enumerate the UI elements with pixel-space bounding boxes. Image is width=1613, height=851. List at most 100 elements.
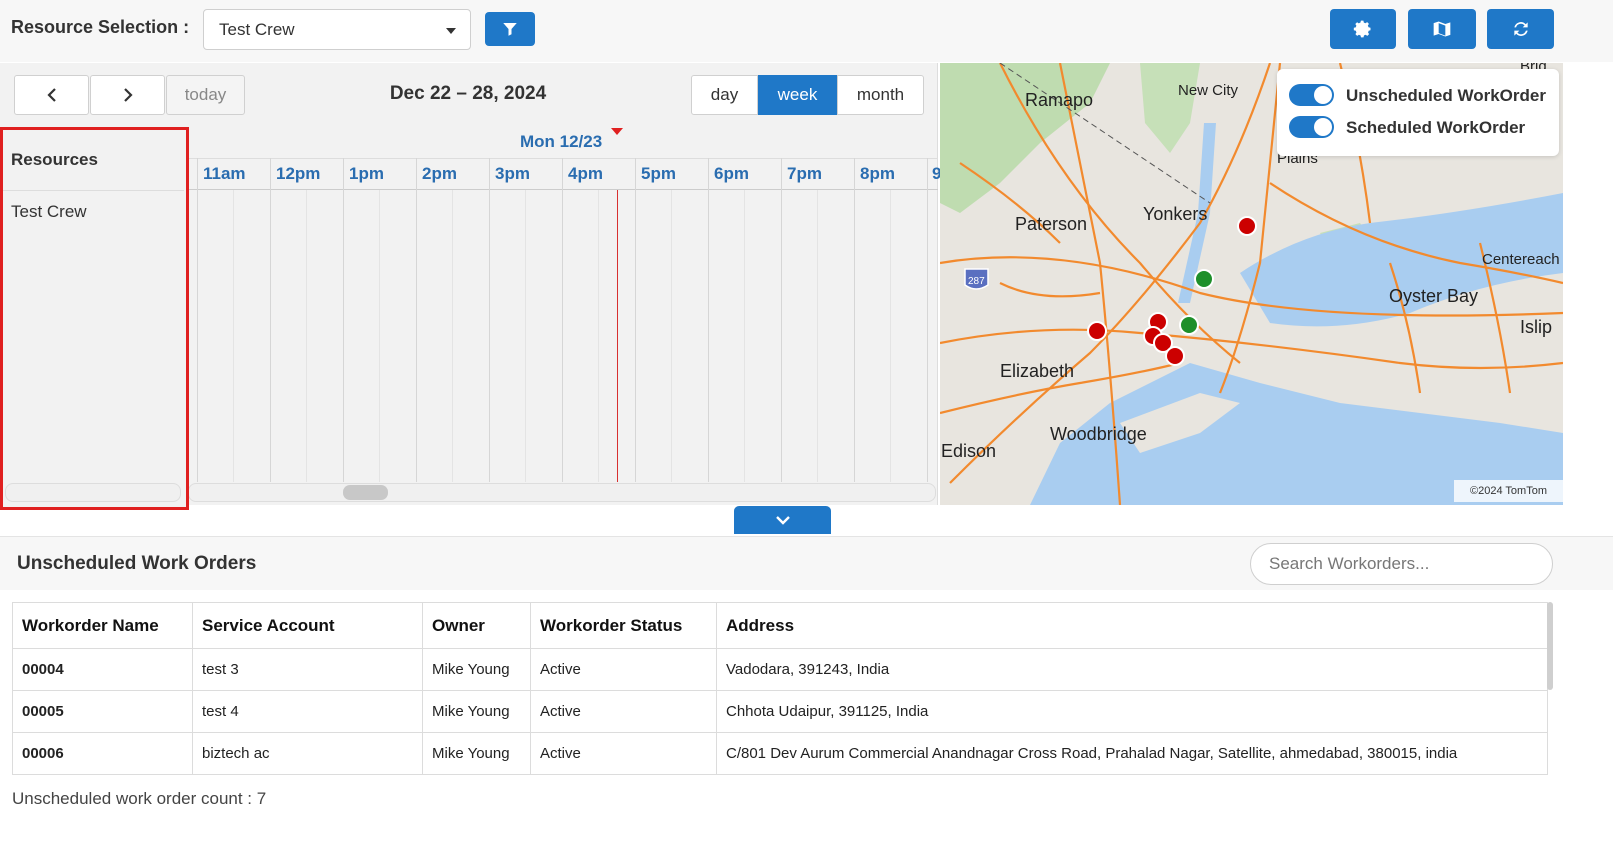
view-month-button[interactable]: month	[837, 75, 924, 115]
hour-label: 3pm	[495, 164, 530, 183]
owner: Mike Young	[422, 732, 531, 775]
view-day-button[interactable]: day	[691, 75, 758, 115]
svg-text:New City: New City	[1178, 82, 1239, 99]
grid-line	[197, 158, 198, 482]
grid-line	[817, 190, 818, 482]
unscheduled-toggle[interactable]	[1289, 84, 1334, 106]
resources-highlight-box	[0, 127, 189, 510]
svg-text:Paterson: Paterson	[1015, 214, 1087, 234]
toggle-knob	[1314, 86, 1332, 104]
unscheduled-workorder-pin[interactable]	[1165, 346, 1185, 366]
hour-label: 2pm	[422, 164, 457, 183]
grid-line	[562, 158, 563, 482]
grid-line	[452, 190, 453, 482]
svg-text:287: 287	[968, 276, 985, 287]
scheduled-workorder-pin[interactable]	[1194, 269, 1214, 289]
column-header[interactable]: Owner	[422, 602, 531, 649]
column-header[interactable]: Address	[716, 602, 1548, 649]
column-header[interactable]: Workorder Status	[530, 602, 717, 649]
workorder-name[interactable]: 00006	[12, 732, 193, 775]
map-icon	[1433, 21, 1451, 37]
workorder-name[interactable]: 00004	[12, 648, 193, 691]
unscheduled-header: Unscheduled Work Orders	[0, 536, 1613, 590]
hour-header-row: 11am 12pm 1pm 2pm 3pm 4pm 5pm 6pm 7pm 8p…	[189, 158, 941, 190]
top-toolbar: Resource Selection : Test Crew	[0, 0, 1613, 62]
table-row[interactable]: 00005 test 4 Mike Young Active Chhota Ud…	[12, 690, 1548, 733]
workorder-name[interactable]: 00005	[12, 690, 193, 733]
hour-label: 1pm	[349, 164, 384, 183]
grid-line	[635, 158, 636, 482]
hour-label: 5pm	[641, 164, 676, 183]
service-account: test 4	[192, 690, 423, 733]
settings-button[interactable]	[1330, 9, 1396, 49]
chevron-down-icon	[775, 516, 790, 525]
grid-line	[671, 190, 672, 482]
map-toggle-button[interactable]	[1408, 9, 1476, 49]
map-legend: Unscheduled WorkOrder Scheduled WorkOrde…	[1277, 69, 1559, 156]
scheduled-workorder-pin[interactable]	[1179, 315, 1199, 335]
view-week-button[interactable]: week	[758, 75, 837, 115]
column-header[interactable]: Service Account	[192, 602, 423, 649]
svg-text:Edison: Edison	[941, 441, 996, 461]
map-copyright: ©2024 TomTom	[1454, 480, 1563, 502]
timeline-scrollbar[interactable]	[188, 483, 936, 502]
table-scrollbar[interactable]	[1547, 602, 1553, 690]
column-header[interactable]: Workorder Name	[12, 602, 193, 649]
grid-line	[525, 190, 526, 482]
service-account: test 3	[192, 648, 423, 691]
search-workorders-input[interactable]	[1250, 543, 1553, 585]
now-indicator-arrow	[611, 128, 623, 135]
day-header: Mon 12/23	[520, 132, 603, 151]
address: Vadodara, 391243, India	[716, 648, 1548, 691]
workorder-status: Active	[530, 648, 717, 691]
now-indicator-line	[617, 190, 618, 482]
scrollbar-thumb[interactable]	[343, 485, 388, 500]
grid-line	[744, 190, 745, 482]
filter-button[interactable]	[485, 12, 535, 46]
unscheduled-table: Workorder Name Service Account Owner Wor…	[12, 602, 1548, 775]
address: Chhota Udaipur, 391125, India	[716, 690, 1548, 733]
grid-line	[854, 158, 855, 482]
grid-line	[708, 158, 709, 482]
refresh-button[interactable]	[1487, 9, 1554, 49]
hour-label: 11am	[203, 164, 246, 183]
timeline-grid[interactable]: Mon 12/23 11am 12pm 1pm 2pm 3pm 4pm 5pm …	[189, 128, 941, 505]
scheduled-toggle[interactable]	[1289, 116, 1334, 138]
table-row[interactable]: 00006 biztech ac Mike Young Active C/801…	[12, 732, 1548, 775]
svg-text:Woodbridge: Woodbridge	[1050, 424, 1147, 444]
next-week-button[interactable]	[90, 75, 165, 115]
grid-line	[781, 158, 782, 482]
grid-line	[489, 158, 490, 482]
hour-label: 12pm	[276, 164, 321, 183]
hour-label: 4pm	[568, 164, 603, 183]
svg-text:Islip: Islip	[1520, 317, 1552, 337]
hour-label: 6pm	[714, 164, 749, 183]
svg-text:Yonkers: Yonkers	[1143, 204, 1207, 224]
workorder-status: Active	[530, 690, 717, 733]
gear-icon	[1353, 20, 1371, 38]
toggle-knob	[1314, 118, 1332, 136]
table-header-row: Workorder Name Service Account Owner Wor…	[12, 602, 1548, 649]
svg-text:Ramapo: Ramapo	[1025, 90, 1093, 110]
collapse-panel-button[interactable]	[734, 506, 831, 534]
calendar-range-title: Dec 22 – 28, 2024	[389, 83, 547, 104]
chevron-down-icon	[446, 28, 456, 34]
grid-line	[379, 190, 380, 482]
grid-line	[416, 158, 417, 482]
grid-line	[598, 190, 599, 482]
filter-icon	[503, 23, 517, 36]
table-row[interactable]: 00004 test 3 Mike Young Active Vadodara,…	[12, 648, 1548, 691]
unscheduled-workorder-pin[interactable]	[1087, 321, 1107, 341]
unscheduled-workorder-pin[interactable]	[1237, 216, 1257, 236]
resource-select[interactable]: Test Crew	[203, 9, 471, 50]
prev-week-button[interactable]	[14, 75, 89, 115]
refresh-icon	[1513, 22, 1528, 36]
address: C/801 Dev Aurum Commercial Anandnagar Cr…	[716, 732, 1548, 775]
today-button[interactable]: today	[166, 75, 245, 115]
unscheduled-count: Unscheduled work order count : 7	[12, 789, 267, 808]
grid-line	[343, 158, 344, 482]
grid-line	[233, 190, 234, 482]
workorder-status: Active	[530, 732, 717, 775]
grid-line	[270, 158, 271, 482]
owner: Mike Young	[422, 648, 531, 691]
